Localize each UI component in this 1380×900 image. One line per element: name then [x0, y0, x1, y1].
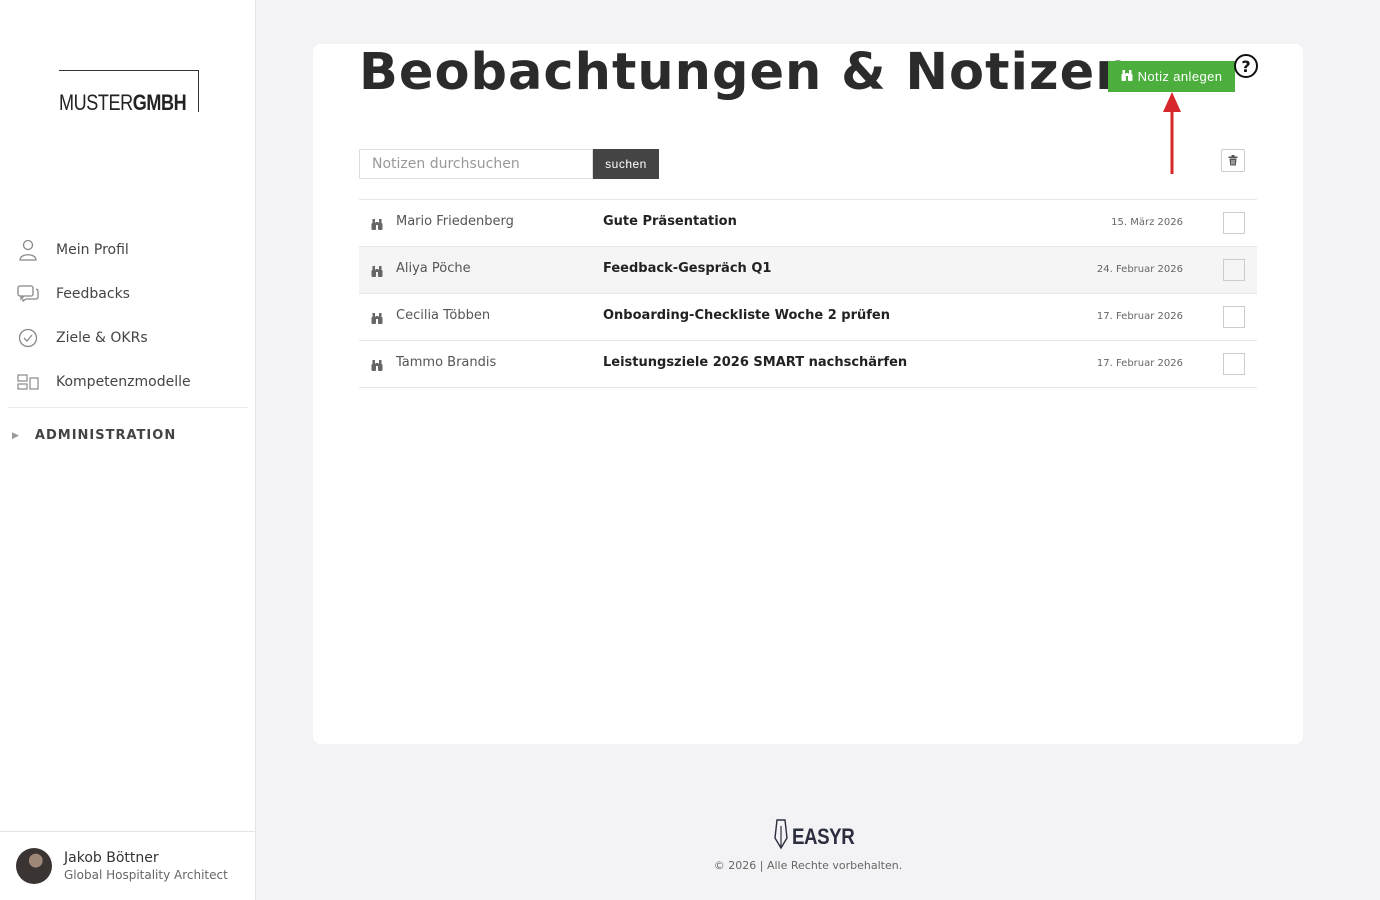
- logo-text-light: MUSTER: [59, 90, 133, 115]
- table-row[interactable]: Cecilia Többen Onboarding-Checkliste Woc…: [359, 294, 1257, 341]
- note-author: Cecilia Többen: [396, 308, 491, 323]
- note-date: 17. Februar 2026: [1096, 311, 1183, 322]
- chat-icon: [17, 283, 39, 305]
- footer-copyright: © 2026 | Alle Rechte vorbehalten.: [713, 859, 903, 872]
- note-subject[interactable]: Leistungsziele 2026 SMART nachschärfen: [603, 355, 907, 370]
- note-author: Tammo Brandis: [396, 355, 497, 370]
- note-author: Aliya Pöche: [396, 261, 471, 276]
- table-row[interactable]: Tammo Brandis Leistungsziele 2026 SMART …: [359, 341, 1257, 388]
- sidebar-item-label: Ziele & OKRs: [56, 330, 148, 346]
- notes-card: Beobachtungen & Notizen Notiz anlegen ? …: [313, 44, 1303, 744]
- logo-text-bold: GMBH: [132, 90, 187, 115]
- sidebar-item-kompetenzmodelle[interactable]: Kompetenzmodelle: [8, 360, 248, 404]
- note-subject[interactable]: Feedback-Gespräch Q1: [603, 261, 771, 276]
- search-button[interactable]: suchen: [593, 149, 659, 179]
- binoculars-icon: [371, 309, 383, 328]
- sidebar-item-feedbacks[interactable]: Feedbacks: [8, 272, 248, 316]
- search-input[interactable]: [359, 149, 593, 179]
- table-row[interactable]: Aliya Pöche Feedback-Gespräch Q1 24. Feb…: [359, 247, 1257, 294]
- footer-logo[interactable]: EASYR: [772, 818, 865, 856]
- check-circle-icon: [17, 327, 39, 349]
- caret-right-icon: ▶: [12, 430, 20, 441]
- sidebar-nav: Mein Profil Feedbacks Ziele & OKRs Kompe…: [8, 228, 248, 408]
- binoculars-icon: [371, 356, 383, 375]
- row-checkbox[interactable]: [1223, 259, 1245, 281]
- note-date: 24. Februar 2026: [1096, 264, 1183, 275]
- footer-brand: EASYR: [792, 824, 855, 849]
- sidebar-item-label: Feedbacks: [56, 286, 130, 302]
- table-row[interactable]: Mario Friedenberg Gute Präsentation 15. …: [359, 200, 1257, 247]
- notes-table: Mario Friedenberg Gute Präsentation 15. …: [359, 199, 1257, 388]
- sidebar-item-ziele-okrs[interactable]: Ziele & OKRs: [8, 316, 248, 360]
- sidebar-item-administration[interactable]: ▶ ADMINISTRATION: [12, 428, 176, 443]
- binoculars-icon: [371, 215, 383, 234]
- pen-icon: [772, 818, 790, 856]
- company-logo[interactable]: MUSTERGMBH: [59, 70, 199, 115]
- competence-icon: [17, 371, 39, 393]
- note-author: Mario Friedenberg: [396, 214, 514, 229]
- annotation-arrow-icon: [1163, 92, 1181, 174]
- sidebar-item-label: Kompetenzmodelle: [56, 374, 191, 390]
- help-icon[interactable]: ?: [1234, 54, 1258, 78]
- trash-icon[interactable]: [1221, 149, 1245, 172]
- row-checkbox[interactable]: [1223, 212, 1245, 234]
- page-title: Beobachtungen & Notizen: [359, 43, 1133, 102]
- row-checkbox[interactable]: [1223, 353, 1245, 375]
- binoculars-icon: [371, 262, 383, 281]
- binoculars-icon: [1121, 69, 1133, 84]
- sidebar: MUSTERGMBH Mein Profil Feedbacks Ziele &…: [0, 0, 256, 900]
- admin-label: ADMINISTRATION: [34, 428, 177, 443]
- sidebar-item-label: Mein Profil: [56, 242, 129, 258]
- row-checkbox[interactable]: [1223, 306, 1245, 328]
- sidebar-item-mein-profil[interactable]: Mein Profil: [8, 228, 248, 272]
- add-note-label: Notiz anlegen: [1137, 69, 1223, 84]
- note-subject[interactable]: Onboarding-Checkliste Woche 2 prüfen: [603, 308, 890, 323]
- note-date: 15. März 2026: [1111, 217, 1183, 228]
- note-subject[interactable]: Gute Präsentation: [603, 214, 737, 229]
- user-icon: [17, 239, 39, 261]
- add-note-button[interactable]: Notiz anlegen: [1108, 61, 1235, 92]
- sidebar-divider: [8, 407, 248, 408]
- note-date: 17. Februar 2026: [1096, 358, 1183, 369]
